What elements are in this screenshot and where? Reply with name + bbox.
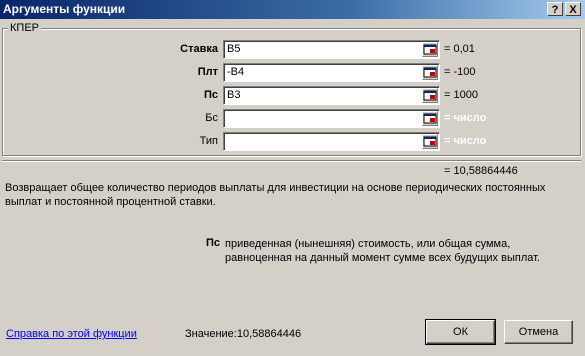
value-readout: Значение:10,58864446 <box>185 328 301 340</box>
arg-input-bs[interactable] <box>223 109 440 128</box>
close-button[interactable]: X <box>565 2 581 16</box>
ok-button[interactable]: ОК <box>425 319 496 345</box>
function-description: Возвращает общее количество периодов вып… <box>5 182 546 208</box>
title-bar[interactable]: Аргументы функции <box>0 0 585 19</box>
function-name: КПЕР <box>8 22 41 34</box>
arg-result-bs: = число <box>444 112 487 124</box>
divider <box>2 160 581 162</box>
help-button[interactable]: ? <box>547 2 563 16</box>
arg-input-plt[interactable]: -B4 <box>223 63 440 82</box>
collapse-dialog-icon[interactable] <box>422 134 438 149</box>
collapse-dialog-icon[interactable] <box>422 111 438 126</box>
collapse-dialog-icon[interactable] <box>422 65 438 80</box>
help-link[interactable]: Справка по этой функции <box>6 328 137 340</box>
arg-result-plt: = -100 <box>444 66 476 78</box>
collapse-dialog-icon[interactable] <box>422 88 438 103</box>
arg-label-ps: Пс <box>203 89 218 101</box>
arg-result-ps: = 1000 <box>444 89 478 101</box>
arg-result-tip: = число <box>444 135 487 147</box>
arg-value-plt: -B4 <box>227 66 245 78</box>
arg-input-stavka[interactable]: B5 <box>223 40 440 59</box>
current-arg-description: приведенная (нынешняя) стоимость, или об… <box>225 238 540 264</box>
value-result: 10,58864446 <box>236 328 302 340</box>
arg-value-stavka: B5 <box>227 43 241 55</box>
arg-value-ps: B3 <box>227 89 241 101</box>
function-arguments-dialog: Аргументы функции ? X КПЕР Ставка B5 = 0… <box>0 0 585 356</box>
formula-result: = 10,58864446 <box>444 165 518 177</box>
collapse-dialog-icon[interactable] <box>422 42 438 57</box>
current-arg-name: Пс <box>205 237 220 249</box>
value-label: Значение: <box>185 328 237 340</box>
cancel-button[interactable]: Отмена <box>504 320 573 344</box>
arg-input-tip[interactable] <box>223 132 440 151</box>
arg-label-bs: Бс <box>205 112 218 124</box>
arg-label-plt: Плт <box>197 66 218 78</box>
arg-result-stavka: = 0,01 <box>444 43 475 55</box>
window-title: Аргументы функции <box>3 2 126 16</box>
arg-label-tip: Тип <box>199 135 218 147</box>
arg-label-stavka: Ставка <box>180 43 218 55</box>
arg-input-ps[interactable]: B3 <box>223 86 440 105</box>
